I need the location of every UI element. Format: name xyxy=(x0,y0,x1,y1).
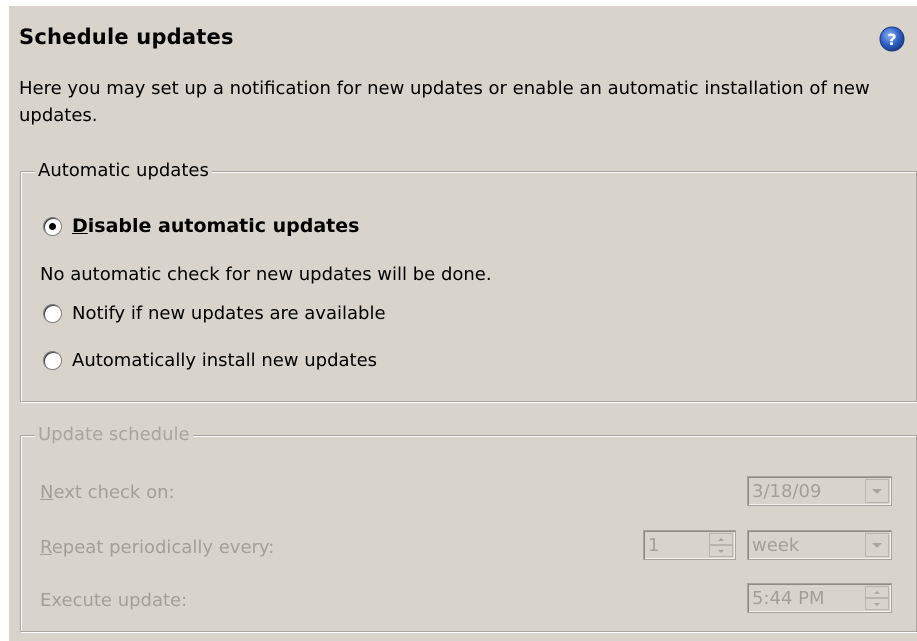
radio-button[interactable] xyxy=(43,304,62,323)
radio-label: Notify if new updates are available xyxy=(72,303,386,324)
spin-down-icon[interactable] xyxy=(865,598,889,610)
chevron-down-icon[interactable] xyxy=(865,479,889,503)
repeat-unit-value: week xyxy=(752,534,800,556)
spin-down-icon[interactable] xyxy=(709,545,733,557)
next-check-label: Next check on: xyxy=(40,482,175,503)
radio-label: Disable automatic updates xyxy=(72,215,360,237)
disable-updates-note: No automatic check for new updates will … xyxy=(40,264,492,285)
spin-up-icon[interactable] xyxy=(865,586,889,598)
chevron-down-icon[interactable] xyxy=(865,533,889,557)
radio-label: Automatically install new updates xyxy=(72,350,378,371)
repeat-unit-dropdown[interactable]: week xyxy=(747,530,892,560)
repeat-count-stepper[interactable]: 1 xyxy=(643,530,736,560)
spin-up-icon[interactable] xyxy=(709,533,733,545)
execute-time-value: 5:44 PM xyxy=(752,587,825,609)
schedule-updates-panel: Schedule updates ? Here you may set up a… xyxy=(9,6,917,641)
next-check-date-value: 3/18/09 xyxy=(752,480,822,502)
page-description: Here you may set up a notification for n… xyxy=(19,78,870,126)
help-icon[interactable]: ? xyxy=(879,26,905,52)
page-title: Schedule updates xyxy=(19,25,234,49)
spin-buttons[interactable] xyxy=(865,586,889,610)
repeat-label: Repeat periodically every: xyxy=(40,537,275,558)
radio-auto-install-updates[interactable]: Automatically install new updates xyxy=(43,350,377,371)
svg-text:?: ? xyxy=(887,30,896,49)
update-schedule-legend: Update schedule xyxy=(35,425,193,445)
radio-notify-new-updates[interactable]: Notify if new updates are available xyxy=(43,303,386,324)
radio-disable-automatic-updates[interactable]: Disable automatic updates xyxy=(43,215,359,237)
next-check-date-dropdown[interactable]: 3/18/09 xyxy=(747,476,892,506)
radio-button[interactable] xyxy=(43,351,62,370)
repeat-count-value: 1 xyxy=(648,534,660,556)
automatic-updates-legend: Automatic updates xyxy=(35,161,212,181)
execute-update-label: Execute update: xyxy=(40,590,188,611)
radio-button-selected[interactable] xyxy=(43,216,62,236)
execute-time-stepper[interactable]: 5:44 PM xyxy=(747,583,892,613)
spin-buttons[interactable] xyxy=(709,533,733,557)
